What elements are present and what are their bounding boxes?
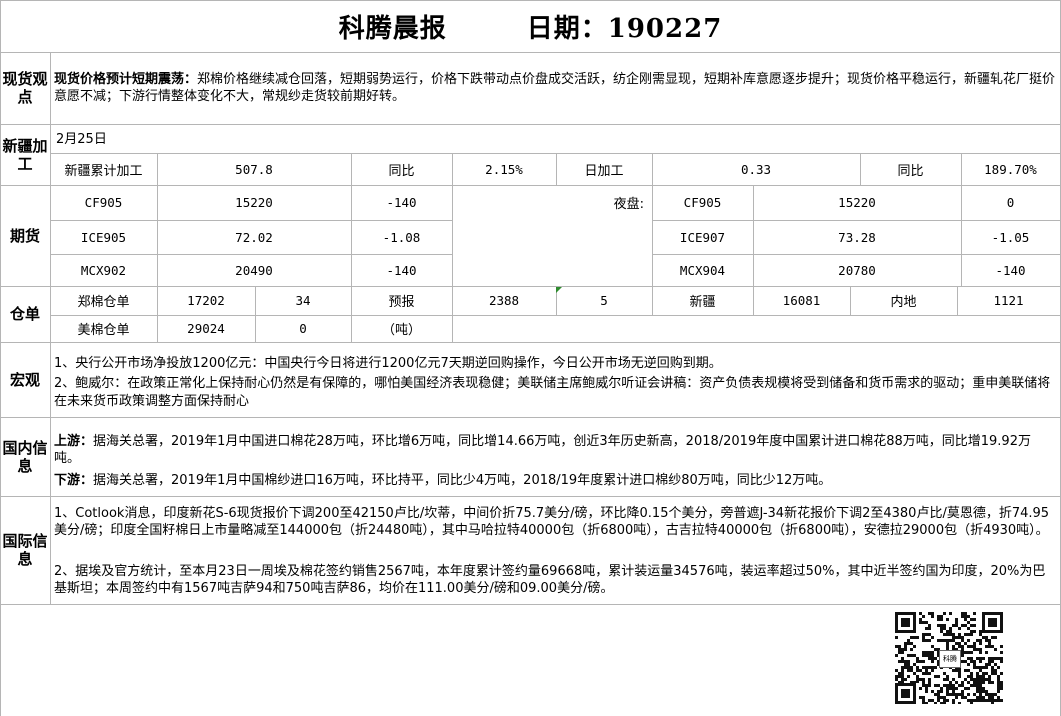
downstream-label: 下游： xyxy=(54,473,94,488)
night-price: 15220 xyxy=(838,195,876,210)
section-label-macro: 宏观 xyxy=(9,370,40,389)
xinjiang-daily-yoy-value: 189.70% xyxy=(984,161,1037,177)
upstream-text: 据海关总署，2019年1月中国进口棉花28万吨，环比增6万吨，同比增14.66万… xyxy=(54,434,1031,466)
qr-logo: 科腾 xyxy=(939,650,961,668)
spot-headline: 现货价格预计短期震荡： xyxy=(54,72,198,87)
zce-receipt-change: 34 xyxy=(295,293,311,308)
intl-item-2: 2、据埃及官方统计，至本月23日一周埃及棉花签约销售2567吨，本年度累计签约量… xyxy=(54,564,1046,596)
futures-change: -140 xyxy=(386,195,417,210)
section-label-warehouse: 仓单 xyxy=(9,305,40,323)
xinjiang-yoy-label: 同比 xyxy=(388,163,415,179)
upstream-label: 上游： xyxy=(54,434,94,449)
night-change: -140 xyxy=(995,262,1026,278)
night-contract: CF905 xyxy=(683,195,722,210)
qr-code-image: 科腾 xyxy=(895,612,1006,707)
spot-view-text: 现货价格预计短期震荡：郑棉价格继续减仓回落，短期弱势运行，价格下跌带动点价盘成交… xyxy=(54,71,1056,105)
macro-item-2: 2、鲍威尔：在政策正常化上保持耐心仍然是有保障的，哪怕美国经济表现稳健；美联储主… xyxy=(54,376,1051,409)
section-label-spot: 现货观点 xyxy=(2,70,48,106)
report-title: 科腾晨报 日期：190227 xyxy=(0,0,1061,52)
unit-label: （吨） xyxy=(381,323,421,338)
us-receipt-label: 美棉仓单 xyxy=(77,323,130,338)
futures-price: 20490 xyxy=(235,262,273,278)
domestic-upstream: 上游：据海关总署，2019年1月中国进口棉花28万吨，环比增6万吨，同比增14.… xyxy=(54,433,1056,467)
us-receipt-value: 29024 xyxy=(187,321,225,336)
forecast-label: 预报 xyxy=(388,295,415,310)
report-date: 日期：190227 xyxy=(526,13,723,44)
section-label-futures: 期货 xyxy=(9,226,40,245)
intl-item-1: 1、Cotlook消息，印度新花S-6现货报价下调200至42150卢比/坎蒂，… xyxy=(54,506,1050,538)
night-change: -1.05 xyxy=(991,229,1030,245)
xinjiang-receipt-value: 16081 xyxy=(782,293,821,308)
forecast-change: 5 xyxy=(600,293,608,308)
spot-body: 郑棉价格继续减仓回落，短期弱势运行，价格下跌带动点价盘成交活跃，纺企刚需显现，短… xyxy=(54,72,1056,104)
domestic-downstream: 下游：据海关总署，2019年1月中国棉纱进口16万吨，环比持平，同比少4万吨，2… xyxy=(54,472,1056,489)
night-contract: MCX904 xyxy=(679,262,726,278)
xinjiang-yoy-value: 2.15% xyxy=(485,161,523,177)
futures-price: 15220 xyxy=(235,195,273,210)
xinjiang-daily-label: 日加工 xyxy=(584,163,624,179)
night-price: 73.28 xyxy=(838,229,876,245)
xinjiang-cum-label: 新疆累计加工 xyxy=(64,163,143,179)
inland-receipt-value: 1121 xyxy=(993,293,1024,308)
section-label-intl: 国际信息 xyxy=(2,532,48,568)
futures-price: 72.02 xyxy=(235,229,273,245)
futures-contract: MCX902 xyxy=(80,262,127,278)
report-sheet: 科腾晨报 日期：190227 现货观点 现货价格预计短期震荡：郑棉价格继续减仓回… xyxy=(0,0,1061,716)
futures-contract: ICE905 xyxy=(80,229,127,245)
night-session-label: 夜盘: xyxy=(613,197,644,212)
xinjiang-date: 2月25日 xyxy=(56,132,107,147)
zce-receipt-label: 郑棉仓单 xyxy=(77,295,130,310)
night-price: 20780 xyxy=(838,262,876,278)
macro-item-1: 1、央行公开市场净投放1200亿元：中国央行今日将进行1200亿元7天期逆回购操… xyxy=(54,356,722,371)
section-label-xinjiang: 新疆加工 xyxy=(2,136,48,173)
zce-receipt-value: 17202 xyxy=(187,293,225,308)
title-text: 科腾晨报 xyxy=(338,13,447,44)
forecast-value: 2388 xyxy=(488,293,520,308)
xinjiang-daily-yoy-label: 同比 xyxy=(897,163,924,179)
xinjiang-receipt-label: 新疆 xyxy=(689,295,716,310)
xinjiang-cum-value: 507.8 xyxy=(235,161,273,177)
inland-receipt-label: 内地 xyxy=(890,295,917,310)
downstream-text: 据海关总署，2019年1月中国棉纱进口16万吨，环比持平，同比少4万吨，2018… xyxy=(93,473,832,488)
futures-contract: CF905 xyxy=(84,195,123,210)
us-receipt-change: 0 xyxy=(299,321,307,336)
night-contract: ICE907 xyxy=(679,229,726,245)
futures-change: -140 xyxy=(386,262,417,278)
section-label-domestic: 国内信息 xyxy=(2,438,48,475)
futures-change: -1.08 xyxy=(382,229,421,245)
night-change: 0 xyxy=(1006,195,1015,210)
xinjiang-daily-value: 0.33 xyxy=(740,161,772,177)
